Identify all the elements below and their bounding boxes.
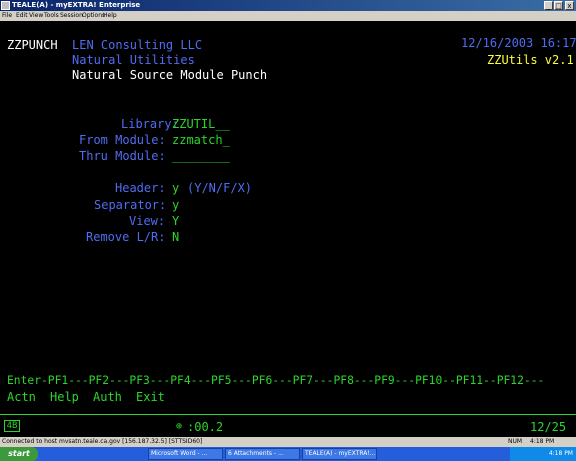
header-label: Header: — [115, 181, 166, 195]
library-input[interactable]: ZZUTIL__ — [172, 117, 230, 131]
taskbar-item-attachments[interactable]: 6 Attachments - ... — [225, 448, 300, 460]
menu-options[interactable]: Options — [82, 11, 105, 21]
header-options: (Y/N/F/X) — [187, 181, 253, 195]
screen-title: Natural Source Module Punch — [72, 68, 268, 82]
remove-lr-label: Remove L/R: — [86, 230, 166, 244]
num-lock-indicator: NUM — [508, 438, 523, 445]
subsystem-name: Natural Utilities — [72, 53, 195, 67]
menu-tools[interactable]: Tools — [44, 11, 59, 21]
company-name: LEN Consulting LLC — [72, 38, 203, 52]
menu-view[interactable]: View — [29, 11, 43, 21]
pfkey-pf1-action[interactable]: Help — [50, 390, 79, 404]
cursor-position: 12/25 — [530, 420, 567, 434]
app-name: ZZUtils v2.1 — [487, 53, 574, 67]
connection-status: Connected to host mvsatn.teale.ca.gov [1… — [2, 438, 203, 445]
maximize-button[interactable]: □ — [554, 1, 563, 10]
pfkey-pf3-action[interactable]: Exit — [136, 390, 165, 404]
taskbar-clock: 4:18 PM — [548, 450, 573, 457]
menu-bar: File Edit View Tools Session Options Hel… — [0, 11, 576, 21]
date-time: 12/16/2003 16:17 — [461, 36, 576, 50]
from-module-fill: _ — [222, 133, 230, 147]
pfkey-pf2-action[interactable]: Auth — [93, 390, 122, 404]
from-module-label: From Module: — [79, 133, 166, 147]
minimize-button[interactable]: _ — [544, 1, 553, 10]
lock-icon: ⊕ — [176, 421, 183, 432]
library-value: ZZUTIL — [172, 117, 216, 131]
menu-edit[interactable]: Edit — [16, 11, 28, 21]
window-title-bar[interactable]: TEALE(A) - myEXTRA! Enterprise _ □ x — [0, 0, 576, 11]
library-fill: __ — [215, 117, 230, 131]
taskbar-item-terminal[interactable]: TEALE(A) - myEXTRA!... — [302, 448, 377, 460]
close-button[interactable]: x — [565, 1, 574, 10]
separator-input[interactable]: y — [172, 198, 179, 212]
from-module-value: zzmatch — [172, 133, 223, 147]
app-icon[interactable] — [1, 1, 10, 10]
terminal-screen[interactable]: ZZPUNCH LEN Consulting LLC 12/16/2003 16… — [0, 22, 576, 418]
view-label: View: — [129, 214, 166, 228]
pfkey-enter-action[interactable]: Actn — [7, 390, 36, 404]
oia-divider — [0, 414, 576, 415]
status-time: 4:18 PM — [530, 438, 555, 445]
menu-file[interactable]: File — [2, 11, 12, 21]
header-input[interactable]: y — [172, 181, 179, 195]
remove-lr-input[interactable]: N — [172, 230, 179, 244]
window-title: TEALE(A) - myEXTRA! Enterprise — [12, 1, 141, 9]
status-bar: Connected to host mvsatn.teale.ca.gov [1… — [0, 437, 576, 447]
thru-module-label: Thru Module: — [79, 149, 166, 163]
pfkey-line: Enter-PF1---PF2---PF3---PF4---PF5---PF6-… — [7, 374, 545, 387]
thru-module-input[interactable]: ________ — [172, 149, 230, 163]
program-name: ZZPUNCH — [7, 38, 58, 52]
start-button[interactable]: start — [0, 447, 38, 461]
taskbar: start Microsoft Word - ... 6 Attachments… — [0, 447, 576, 461]
taskbar-item-word[interactable]: Microsoft Word - ... — [148, 448, 223, 460]
system-tray: 4:18 PM — [510, 447, 576, 461]
menu-help[interactable]: Help — [103, 11, 117, 21]
from-module-input[interactable]: zzmatch_ — [172, 133, 230, 147]
view-input[interactable]: Y — [172, 214, 179, 228]
library-label: Library: — [121, 117, 179, 131]
response-timer: :00.2 — [187, 420, 224, 434]
start-label: start — [8, 449, 30, 458]
operator-info-area: 4B ⊕ :00.2 12/25 — [0, 418, 576, 436]
session-indicator: 4B — [4, 420, 20, 432]
menu-session[interactable]: Session — [60, 11, 83, 21]
separator-label: Separator: — [94, 198, 167, 212]
